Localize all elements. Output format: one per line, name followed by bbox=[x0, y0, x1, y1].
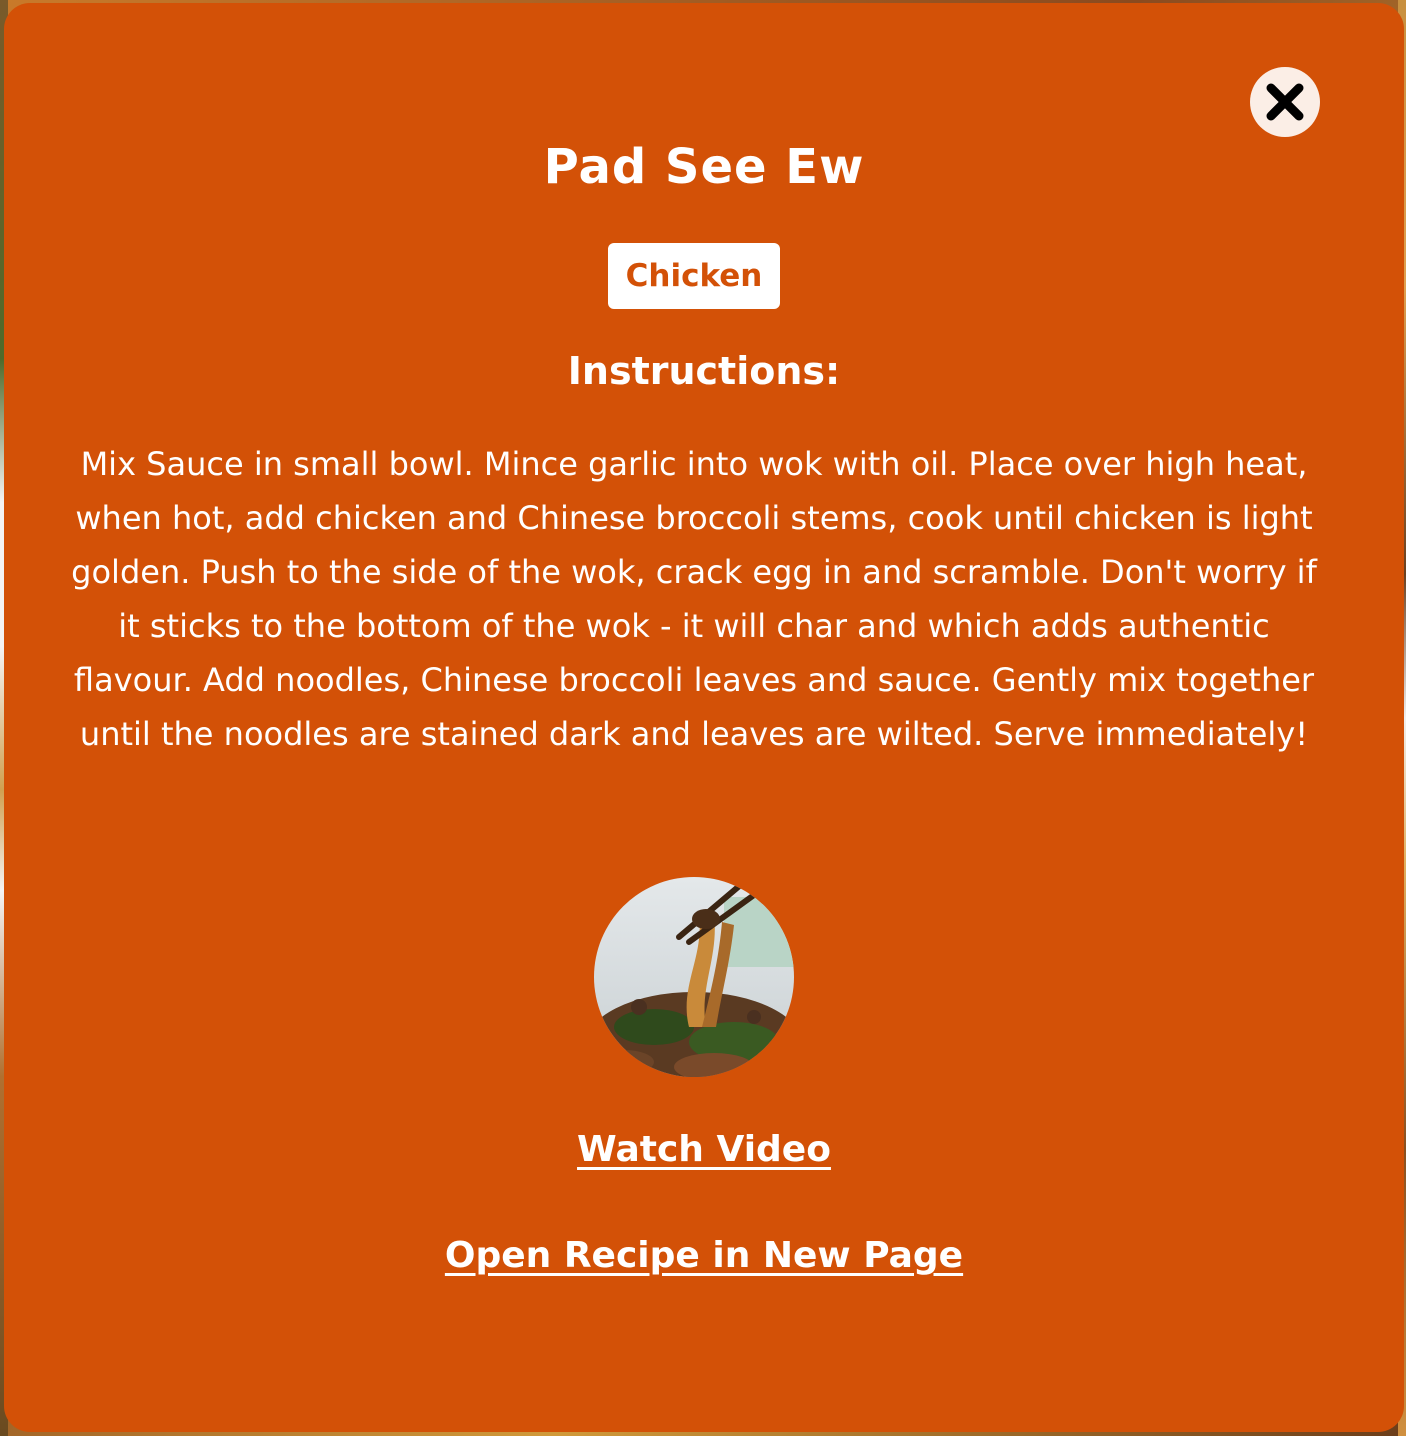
noodle-dish-image bbox=[594, 877, 794, 1077]
recipe-modal: Pad See Ew Chicken Instructions: Mix Sau… bbox=[4, 3, 1404, 1432]
close-button[interactable] bbox=[1250, 67, 1320, 137]
instructions-text: Mix Sauce in small bowl. Mince garlic in… bbox=[71, 445, 1317, 753]
open-recipe-link[interactable]: Open Recipe in New Page bbox=[4, 1235, 1404, 1276]
instructions-heading: Instructions: bbox=[567, 349, 841, 393]
category-badge: Chicken bbox=[608, 243, 780, 309]
recipe-title: Pad See Ew bbox=[543, 139, 865, 195]
watch-video-link[interactable]: Watch Video bbox=[4, 1129, 1404, 1170]
recipe-image bbox=[594, 877, 794, 1077]
close-icon bbox=[1266, 83, 1304, 121]
